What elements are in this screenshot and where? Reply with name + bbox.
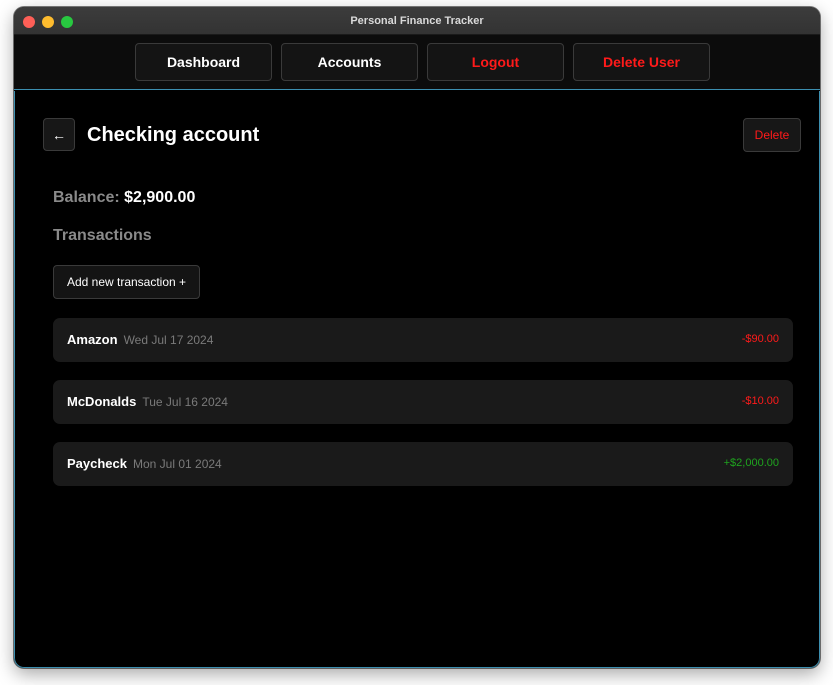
window-title: Personal Finance Tracker: [350, 15, 484, 27]
transaction-amount: +$2,000.00: [723, 457, 779, 469]
balance-summary: Balance: $2,900.00: [53, 189, 195, 207]
transaction-date: Mon Jul 01 2024: [133, 457, 222, 471]
transaction-name: Paycheck: [67, 456, 127, 471]
back-button[interactable]: ←: [43, 118, 75, 151]
transaction-amount: -$10.00: [741, 395, 779, 407]
transactions-list: Amazon Wed Jul 17 2024 -$90.00 McDonalds T…: [53, 318, 793, 504]
add-transaction-button[interactable]: Add new transaction +: [53, 265, 200, 299]
transaction-name: McDonalds: [67, 394, 137, 409]
transaction-row[interactable]: McDonalds Tue Jul 16 2024 -$10.00: [53, 380, 793, 424]
app-window: Personal Finance Tracker Dashboard Accou…: [14, 7, 820, 668]
transaction-amount: -$90.00: [741, 333, 779, 345]
transaction-date: Tue Jul 16 2024: [142, 395, 228, 409]
balance-label: Balance:: [53, 189, 120, 206]
delete-account-button[interactable]: Delete: [743, 118, 801, 152]
transaction-row[interactable]: Amazon Wed Jul 17 2024 -$90.00: [53, 318, 793, 362]
account-detail-panel: ← Checking account Delete Balance: $2,90…: [14, 91, 820, 668]
nav-accounts-button[interactable]: Accounts: [281, 43, 418, 81]
back-arrow-icon: ←: [52, 126, 66, 143]
transaction-date: Wed Jul 17 2024: [123, 333, 214, 347]
top-nav: Dashboard Accounts Logout Delete User: [14, 35, 820, 90]
nav-delete-user-button[interactable]: Delete User: [573, 43, 710, 81]
balance-value: $2,900.00: [124, 189, 196, 206]
nav-logout-button[interactable]: Logout: [427, 43, 564, 81]
transactions-heading: Transactions: [53, 227, 152, 244]
transaction-row[interactable]: Paycheck Mon Jul 01 2024 +$2,000.00: [53, 442, 793, 486]
transaction-name: Amazon: [67, 332, 118, 347]
page-title: Checking account: [87, 124, 260, 146]
nav-dashboard-button[interactable]: Dashboard: [135, 43, 272, 81]
title-bar: Personal Finance Tracker: [14, 7, 820, 35]
